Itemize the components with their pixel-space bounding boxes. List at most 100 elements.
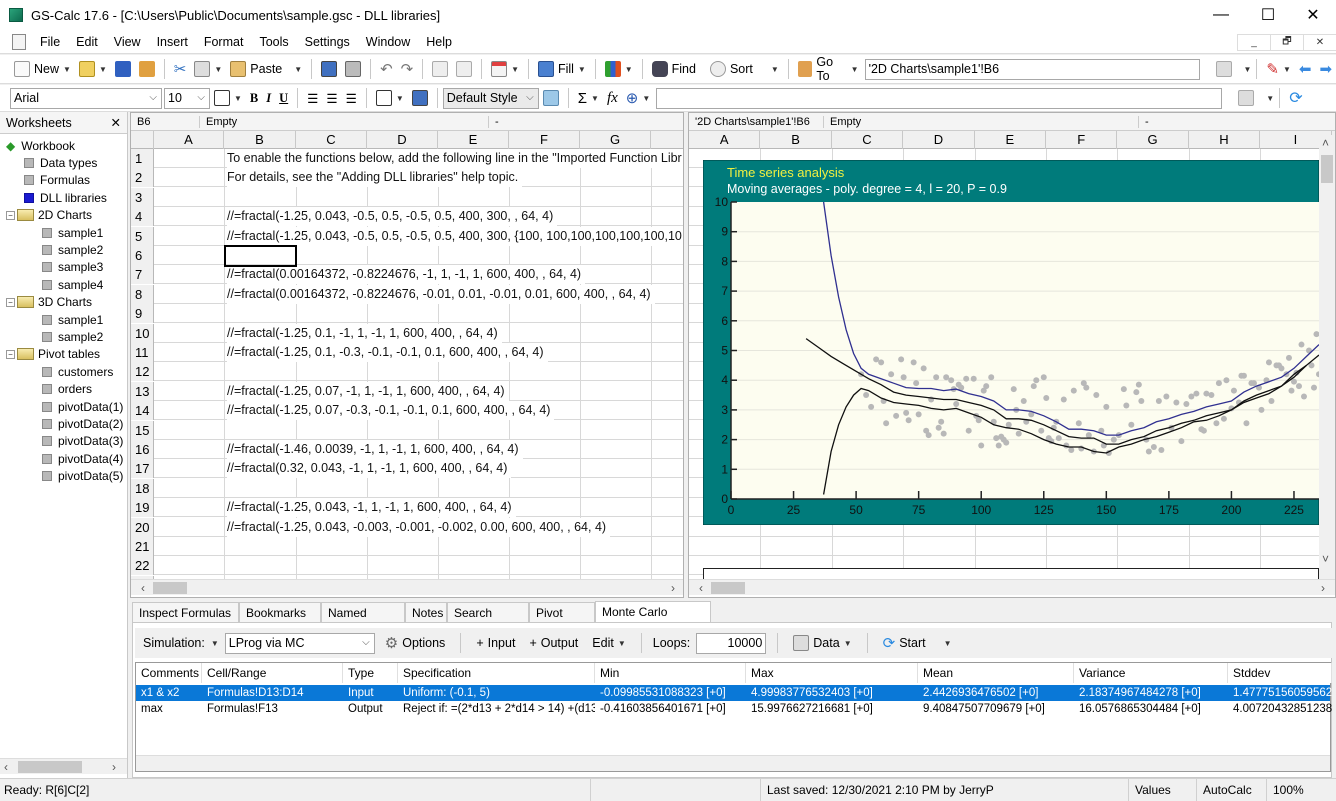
- menu-format[interactable]: Format: [196, 35, 252, 49]
- italic-button[interactable]: I: [262, 87, 275, 109]
- scrollbar-thumb[interactable]: [711, 582, 745, 594]
- column-header-e[interactable]: E: [975, 131, 1046, 149]
- cell-b13[interactable]: //=fractal(-1.25, 0.07, -1, 1, -1, 1, 60…: [227, 381, 509, 401]
- tree-item-sample2[interactable]: sample2: [42, 328, 103, 345]
- forward-button[interactable]: ➡: [1315, 58, 1336, 80]
- screen-button[interactable]: [408, 87, 432, 109]
- goto-enter-button[interactable]: [1212, 58, 1236, 80]
- print-button[interactable]: [341, 58, 365, 80]
- cell-b20[interactable]: //=fractal(-1.25, 0.043, -0.003, -0.001,…: [227, 517, 611, 537]
- formula-enter-button[interactable]: [1234, 87, 1258, 109]
- tab-named-ranges[interactable]: Named Ranges: [321, 602, 405, 640]
- cell-b19[interactable]: //=fractal(-1.25, 0.043, -1, 1, -1, 1, 6…: [227, 498, 516, 518]
- row-header[interactable]: 7: [131, 265, 154, 285]
- style-select[interactable]: Default Style ⌵: [442, 87, 539, 109]
- row-header[interactable]: 8: [131, 284, 154, 304]
- scroll-left-icon[interactable]: ‹: [4, 759, 8, 775]
- data-button[interactable]: Data ▼: [789, 632, 855, 654]
- edit-style-button[interactable]: [539, 87, 563, 109]
- row-header[interactable]: 12: [131, 362, 154, 382]
- column-header-stddev[interactable]: Stddev: [1228, 663, 1332, 683]
- align-left-button[interactable]: ☰: [303, 87, 322, 109]
- column-header-min[interactable]: Min: [595, 663, 746, 683]
- row-header[interactable]: 1: [131, 149, 154, 168]
- start-button[interactable]: ⟳ Start ▼: [879, 632, 956, 654]
- add-output-button[interactable]: + Output: [525, 632, 582, 654]
- back-button[interactable]: ⬅: [1295, 58, 1316, 80]
- sum-button[interactable]: Σ ▼: [574, 87, 603, 109]
- tree-item-sample1[interactable]: sample1: [42, 311, 103, 328]
- sort-button[interactable]: Sort ▼: [706, 58, 783, 80]
- scrollbar-thumb[interactable]: [1321, 155, 1333, 183]
- row-header[interactable]: 17: [131, 459, 154, 479]
- scrollbar-thumb[interactable]: [18, 761, 82, 773]
- new-button[interactable]: New ▼: [10, 58, 75, 80]
- table-row[interactable]: max Formulas!F13 Output Reject if: =(2*d13 …: [136, 701, 1332, 717]
- time-series-chart[interactable]: Time series analysis Moving averages - po…: [703, 160, 1319, 525]
- cell-b7[interactable]: //=fractal(0.00164372, -0.8224676, -1, 1…: [227, 265, 586, 285]
- redo-button[interactable]: ↷: [397, 58, 418, 80]
- find-button[interactable]: Find: [648, 58, 700, 80]
- row-header[interactable]: 13: [131, 381, 154, 401]
- collapse-icon[interactable]: −: [6, 349, 15, 359]
- tab-notes[interactable]: Notes: [405, 602, 447, 622]
- horizontal-scrollbar[interactable]: ‹ ›: [689, 579, 1335, 595]
- row-header[interactable]: 6: [131, 246, 154, 265]
- cell-b2[interactable]: For details, see the "Adding DLL librari…: [227, 168, 523, 188]
- row-header[interactable]: 18: [131, 478, 154, 498]
- cut-button[interactable]: ✂: [170, 58, 191, 80]
- bold-button[interactable]: B: [246, 87, 262, 109]
- menu-view[interactable]: View: [106, 35, 149, 49]
- column-header-f[interactable]: F: [1046, 131, 1118, 149]
- column-header-c[interactable]: C: [832, 131, 904, 149]
- column-header-c[interactable]: C: [296, 131, 367, 149]
- minimize-button[interactable]: —: [1198, 0, 1244, 30]
- options-button[interactable]: ⚙ Options: [381, 632, 450, 654]
- row-header[interactable]: 4: [131, 207, 154, 227]
- row-header[interactable]: 11: [131, 343, 154, 362]
- date-button[interactable]: ▼: [487, 58, 523, 80]
- tree-item-workbook[interactable]: ◆ Workbook: [6, 137, 75, 154]
- mdi-minimize-button[interactable]: _: [1237, 34, 1271, 51]
- maximize-button[interactable]: ☐: [1245, 0, 1291, 30]
- goto-address-input[interactable]: '2D Charts\sample1'!B6: [864, 58, 1200, 80]
- cell-b10[interactable]: //=fractal(-1.25, 0.1, -1, 1, -1, 1, 600…: [227, 323, 502, 343]
- menu-edit[interactable]: Edit: [68, 35, 106, 49]
- close-panel-icon[interactable]: ✕: [111, 115, 121, 130]
- tab-pivot-tables[interactable]: Pivot Tables: [529, 602, 595, 640]
- scrollbar-thumb[interactable]: [153, 582, 187, 594]
- row-header[interactable]: 20: [131, 517, 154, 537]
- tree-item-formulas[interactable]: Formulas: [24, 172, 90, 189]
- tree-item-sample1[interactable]: sample1: [42, 224, 103, 241]
- column-header-specification[interactable]: Specification: [398, 663, 595, 683]
- select-all-corner[interactable]: [131, 131, 154, 149]
- column-header-h[interactable]: H: [1189, 131, 1261, 149]
- split-vertical-button[interactable]: [428, 58, 452, 80]
- active-cell-cursor[interactable]: [224, 245, 297, 267]
- border-button[interactable]: ▼: [210, 87, 246, 109]
- cell-b5[interactable]: //=fractal(-1.25, 0.043, -0.5, 0.5, -0.5…: [227, 226, 683, 246]
- menu-settings[interactable]: Settings: [297, 35, 358, 49]
- tree-item-pivotdata-3-[interactable]: pivotData(3): [42, 433, 123, 450]
- cell-b1[interactable]: To enable the functions below, add the f…: [227, 149, 683, 168]
- cell-b17[interactable]: //=fractal(0.32, 0.043, -1, 1, -1, 1, 60…: [227, 459, 512, 479]
- menu-file[interactable]: File: [32, 35, 68, 49]
- tree-item-dll-libraries[interactable]: DLL libraries: [24, 189, 107, 206]
- column-header-g[interactable]: G: [580, 131, 651, 149]
- column-header-variance[interactable]: Variance: [1074, 663, 1228, 683]
- close-button[interactable]: ✕: [1290, 0, 1336, 30]
- split-horizontal-button[interactable]: [452, 58, 476, 80]
- status-calc[interactable]: AutoCalc: [1196, 779, 1266, 801]
- simulation-select[interactable]: LProg via MC ⌵: [224, 632, 375, 654]
- scroll-right-icon[interactable]: ›: [1321, 580, 1325, 596]
- font-size-select[interactable]: 10 ⌵: [164, 87, 210, 109]
- scroll-right-icon[interactable]: ›: [671, 580, 675, 596]
- row-header[interactable]: 14: [131, 401, 154, 421]
- column-header-d[interactable]: D: [367, 131, 438, 149]
- status-zoom[interactable]: 100%: [1266, 779, 1336, 801]
- horizontal-scrollbar[interactable]: ‹ ›: [131, 579, 683, 595]
- chevron-down-icon[interactable]: ▼: [1244, 65, 1252, 74]
- row-header[interactable]: 9: [131, 304, 154, 324]
- mdi-restore-button[interactable]: 🗗: [1270, 34, 1304, 51]
- table-row[interactable]: x1 & x2 Formulas!D13:D14 Input Uniform: (-0…: [136, 685, 1332, 701]
